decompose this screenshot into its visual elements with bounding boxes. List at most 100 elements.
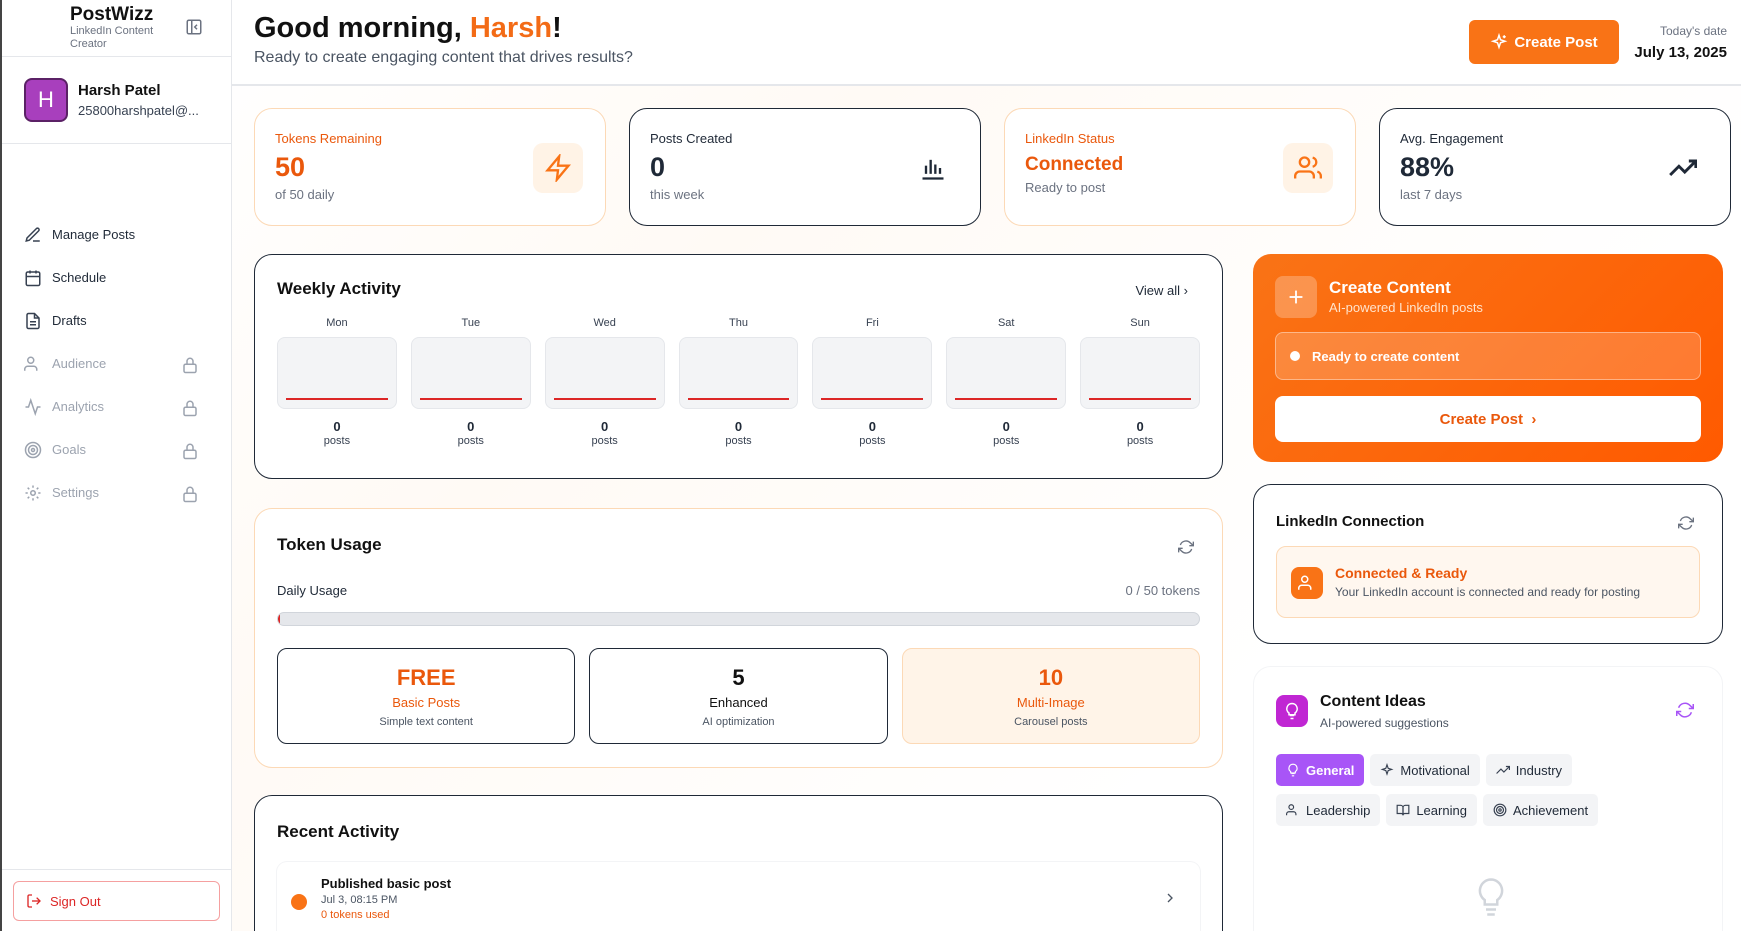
day-column: Fri 0 posts xyxy=(812,317,933,447)
chevron-right-icon: › xyxy=(1183,283,1188,298)
logout-icon xyxy=(27,894,41,908)
sidebar-item-schedule[interactable]: Schedule xyxy=(2,256,231,299)
day-count: 0 xyxy=(734,419,743,434)
sign-out-button[interactable]: Sign Out xyxy=(13,881,220,921)
refresh-icon[interactable] xyxy=(1178,539,1194,555)
sidebar-item-label: Analytics xyxy=(52,399,105,414)
lock-icon xyxy=(183,486,197,503)
day-unit: posts xyxy=(993,435,1020,447)
date-value: July 13, 2025 xyxy=(1634,44,1727,61)
chip-leadership[interactable]: Leadership xyxy=(1276,794,1381,826)
stat-card-posts: Posts Created 0 this week xyxy=(629,108,981,226)
usage-progress-bar xyxy=(277,612,1200,626)
gear-icon xyxy=(25,485,41,500)
section-title: Content Ideas xyxy=(1320,693,1426,710)
plan-card-basic[interactable]: FREE Basic Posts Simple text content xyxy=(277,648,576,744)
view-all-link[interactable]: View all › xyxy=(1135,283,1188,298)
day-bar xyxy=(1080,337,1201,409)
sign-out-label: Sign Out xyxy=(50,893,101,909)
linkedin-desc: Your LinkedIn account is connected and r… xyxy=(1335,585,1641,599)
chevron-right-icon: › xyxy=(1531,410,1537,428)
stat-card-engagement: Avg. Engagement 88% last 7 days xyxy=(1379,108,1731,226)
chevron-right-icon xyxy=(1167,893,1173,903)
plan-card-enhanced[interactable]: 5 Enhanced AI optimization xyxy=(589,648,888,744)
greeting-name: Harsh xyxy=(469,12,553,44)
sidebar-item-label: Schedule xyxy=(52,270,107,285)
plan-desc: AI optimization xyxy=(702,716,775,728)
create-post-card-button[interactable]: Create Post › xyxy=(1275,396,1701,442)
day-bar xyxy=(544,337,665,409)
lock-icon xyxy=(183,400,197,417)
create-content-status: Ready to create content xyxy=(1275,332,1701,380)
create-post-button[interactable]: Create Post xyxy=(1469,20,1619,64)
sidebar-collapse-icon[interactable] xyxy=(185,18,203,36)
usage-progress-fill xyxy=(278,613,280,625)
days-row: Mon 0 posts Tue 0 posts Wed 0 posts Thu 0 posts … xyxy=(277,317,1201,447)
day-unit: posts xyxy=(323,435,351,447)
sidebar-item-goals[interactable]: Goals xyxy=(2,428,231,471)
linkedin-status-box: Connected & Ready Your LinkedIn account … xyxy=(1276,546,1700,618)
day-column: Mon 0 posts xyxy=(277,317,397,447)
brand: PostWizz LinkedIn Content Creator xyxy=(2,0,231,57)
brand-title: PostWizz xyxy=(70,4,154,25)
avatar: H xyxy=(24,78,68,122)
day-count: 0 xyxy=(601,419,609,434)
target-icon xyxy=(1493,803,1507,817)
calendar-icon xyxy=(25,270,41,286)
chip-motivational[interactable]: Motivational xyxy=(1370,754,1480,786)
lightbulb-icon xyxy=(1286,702,1298,720)
status-dot xyxy=(291,894,307,910)
plan-desc: Simple text content xyxy=(379,716,473,728)
day-bar xyxy=(678,337,799,409)
sidebar-nav: Manage Posts Schedule Drafts Audience An… xyxy=(2,213,231,514)
chip-general[interactable]: General xyxy=(1276,754,1365,786)
chip-industry[interactable]: Industry xyxy=(1485,754,1573,786)
plan-card-multi-image[interactable]: 10 Multi-Image Carousel posts xyxy=(901,648,1200,744)
plan-value: 5 xyxy=(732,665,745,690)
stat-card-linkedin: LinkedIn Status Connected Ready to post xyxy=(1004,108,1356,226)
day-unit: posts xyxy=(457,435,484,447)
chip-achievement[interactable]: Achievement xyxy=(1482,794,1599,826)
sidebar-item-analytics[interactable]: Analytics xyxy=(2,385,231,428)
day-unit: posts xyxy=(859,435,886,447)
day-count: 0 xyxy=(1002,419,1010,434)
main-content: Good morning, Harsh! Ready to create eng… xyxy=(232,0,1741,931)
recent-activity-card: Recent Activity Published basic post Jul… xyxy=(254,795,1223,931)
sparkles-icon xyxy=(1490,33,1508,50)
page-subtitle: Ready to create engaging content that dr… xyxy=(254,49,633,66)
idea-category-chips: General Motivational Industry Leadership… xyxy=(1276,754,1676,826)
pencil-icon xyxy=(25,226,40,242)
linkedin-status: Connected & Ready xyxy=(1335,565,1468,581)
sidebar-item-settings[interactable]: Settings xyxy=(2,471,231,514)
sidebar-item-audience[interactable]: Audience xyxy=(2,342,231,385)
day-name: Wed xyxy=(593,317,616,329)
user-profile[interactable]: H Harsh Patel 25800harshpatel@... xyxy=(2,57,231,144)
stat-card-tokens: Tokens Remaining 50 of 50 daily xyxy=(254,108,606,226)
day-unit: posts xyxy=(725,435,752,447)
target-icon xyxy=(24,441,42,458)
sidebar: PostWizz LinkedIn Content Creator H Hars… xyxy=(2,0,232,931)
date-label: Today's date xyxy=(1659,24,1727,38)
linkedin-connection-card: LinkedIn Connection Connected & Ready Yo… xyxy=(1253,484,1723,644)
day-name: Mon xyxy=(326,317,348,329)
day-count: 0 xyxy=(1136,419,1144,434)
lightbulb-icon xyxy=(1288,763,1298,777)
sidebar-item-label: Audience xyxy=(52,356,107,371)
document-icon xyxy=(26,312,40,329)
sidebar-item-manage-posts[interactable]: Manage Posts xyxy=(2,213,231,256)
create-content-card: Create Content AI-powered LinkedIn posts… xyxy=(1253,254,1723,462)
refresh-icon[interactable] xyxy=(1678,515,1694,531)
plus-icon xyxy=(1289,290,1303,304)
day-bar xyxy=(277,337,397,409)
daily-usage-label: Daily Usage xyxy=(277,583,348,598)
status-dot xyxy=(1290,351,1300,361)
day-count: 0 xyxy=(333,419,341,434)
sparkles-icon xyxy=(1380,763,1394,776)
user-email: 25800harshpatel@... xyxy=(78,103,199,118)
activity-item[interactable]: Published basic post Jul 3, 08:15 PM 0 t… xyxy=(277,862,1200,931)
day-column: Thu 0 posts xyxy=(678,317,799,447)
chip-learning[interactable]: Learning xyxy=(1386,794,1477,826)
sidebar-item-drafts[interactable]: Drafts xyxy=(2,299,231,342)
lock-icon xyxy=(183,443,197,460)
refresh-icon[interactable] xyxy=(1676,701,1694,719)
